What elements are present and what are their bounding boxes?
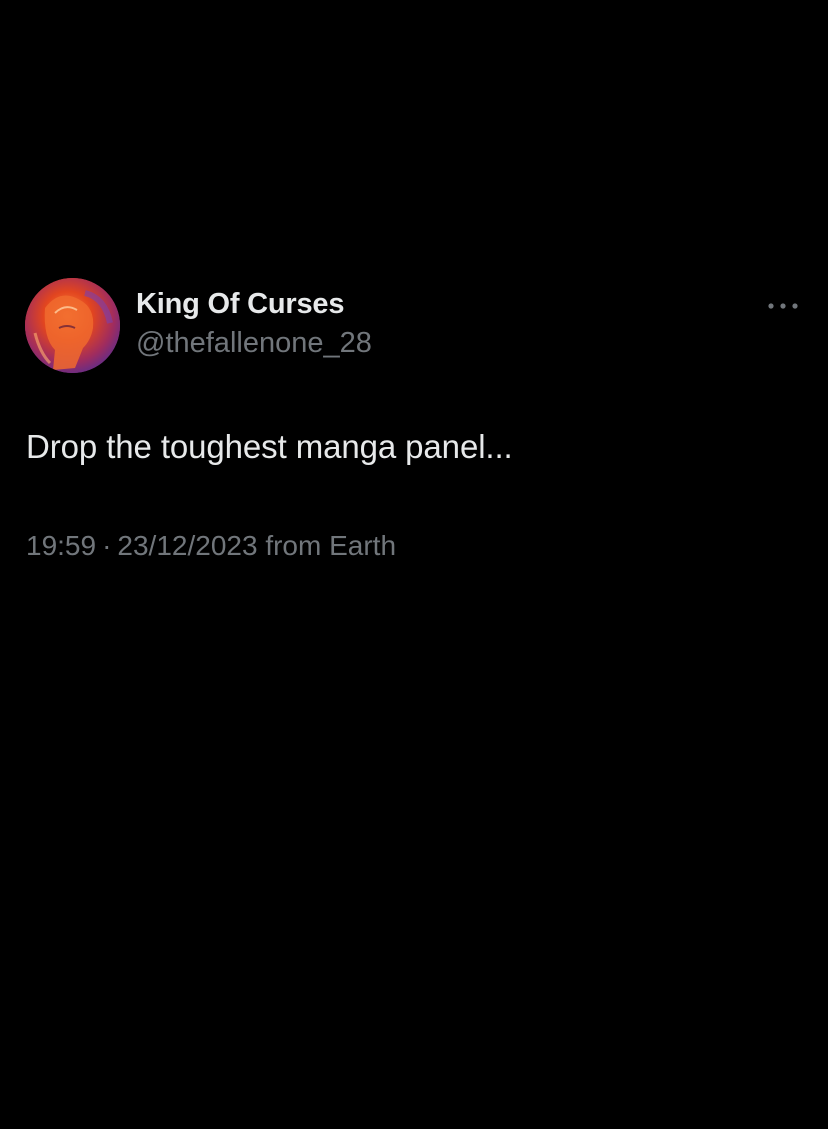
author-display-name[interactable]: King Of Curses [136, 288, 344, 321]
avatar-image [25, 278, 120, 373]
more-horizontal-icon [768, 303, 798, 309]
meta-separator: · [102, 530, 112, 561]
tweet-detail: King Of Curses @thefallenone_28 Drop the… [0, 0, 828, 1129]
more-options-button[interactable] [760, 292, 806, 320]
tweet-date[interactable]: 23/12/2023 [117, 530, 257, 562]
page: King Of Curses @thefallenone_28 Drop the… [0, 0, 828, 1129]
avatar[interactable] [25, 278, 120, 373]
tweet-text: Drop the toughest manga panel... [26, 428, 513, 465]
author-handle[interactable]: @thefallenone_28 [136, 327, 372, 360]
tweet-source: from Earth [265, 530, 397, 561]
tweet-meta: 19:59 · 23/12/2023 from Earth [26, 530, 396, 562]
tweet-time[interactable]: 19:59 [26, 530, 96, 562]
